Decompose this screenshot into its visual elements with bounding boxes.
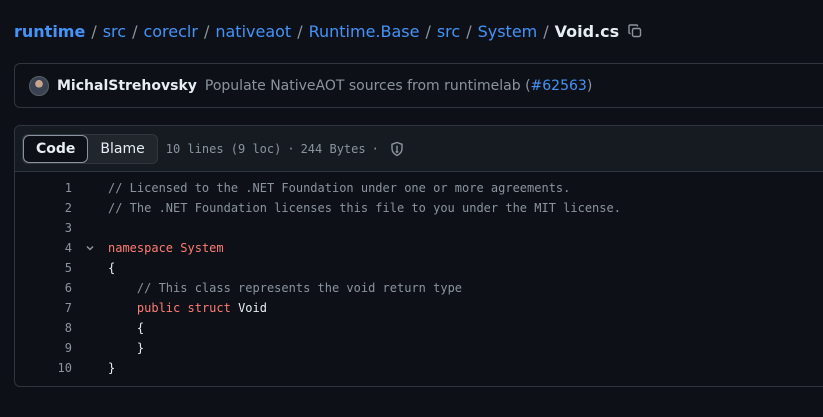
breadcrumb-item-nativeaot[interactable]: nativeaot xyxy=(215,22,291,41)
code-line: 6 // This class represents the void retu… xyxy=(15,278,823,298)
code-comment: // The .NET Foundation licenses this fil… xyxy=(108,201,621,215)
commit-message-text: Populate NativeAOT sources from runtimel… xyxy=(204,77,531,94)
breadcrumb-separator: / xyxy=(425,21,431,41)
commit-author[interactable]: MichalStrehovsky xyxy=(57,78,197,94)
view-mode-toggle: Code Blame xyxy=(22,133,158,164)
code-content: } xyxy=(108,341,144,355)
code-line: 8 { xyxy=(15,318,823,338)
breadcrumb-item-runtime-base[interactable]: Runtime.Base xyxy=(309,22,420,41)
file-size-info: 244 Bytes xyxy=(300,141,366,156)
breadcrumb-separator: / xyxy=(466,21,472,41)
tab-blame[interactable]: Blame xyxy=(88,135,156,163)
line-number[interactable]: 6 xyxy=(15,281,72,295)
code-line: 7 public struct Void xyxy=(15,298,823,318)
code-text: } xyxy=(108,341,145,355)
code-line: 2 // The .NET Foundation licenses this fi… xyxy=(15,198,823,218)
line-number[interactable]: 4 xyxy=(15,241,72,255)
chevron-down-icon[interactable] xyxy=(72,242,108,254)
meta-separator: · xyxy=(371,141,379,156)
code-keyword: System xyxy=(180,241,224,255)
code-line: 4 namespace System xyxy=(15,238,823,258)
file-header: Code Blame 10 lines (9 loc) · 244 Bytes … xyxy=(15,126,823,172)
breadcrumb-item-coreclr[interactable]: coreclr xyxy=(143,22,197,41)
code-keyword: struct xyxy=(187,301,231,315)
code-keyword: public xyxy=(136,301,181,315)
line-number[interactable]: 7 xyxy=(15,301,72,315)
line-number[interactable]: 8 xyxy=(15,321,72,335)
code-text: } xyxy=(108,361,116,375)
code-line: 9 } xyxy=(15,338,823,358)
code-line: 10} xyxy=(15,358,823,378)
copy-icon[interactable] xyxy=(627,23,643,39)
code-comment: // This class represents the void return… xyxy=(136,281,463,295)
code-content: // The .NET Foundation licenses this fil… xyxy=(108,201,621,215)
code-keyword: namespace xyxy=(108,241,174,255)
line-number[interactable]: 3 xyxy=(15,221,72,235)
code-text: { xyxy=(108,261,116,275)
breadcrumb-separator: / xyxy=(297,21,303,41)
line-number[interactable]: 10 xyxy=(15,361,72,375)
code-content: // Licensed to the .NET Foundation under… xyxy=(108,181,570,195)
tab-code[interactable]: Code xyxy=(23,134,89,163)
code-area: 1 // Licensed to the .NET Foundation unde… xyxy=(15,172,823,378)
code-line: 3 xyxy=(15,218,823,238)
current-file-name: Void.cs xyxy=(554,21,620,41)
meta-separator: · xyxy=(287,141,295,156)
breadcrumb-item-system[interactable]: System xyxy=(478,22,538,41)
breadcrumb-item-src[interactable]: src xyxy=(103,22,126,41)
breadcrumb-separator: / xyxy=(132,21,138,41)
code-content: namespace System xyxy=(108,241,224,255)
file-viewer: Code Blame 10 lines (9 loc) · 244 Bytes … xyxy=(14,125,823,387)
code-content: // This class represents the void return… xyxy=(108,281,462,295)
code-content: { xyxy=(108,261,115,275)
code-content: { xyxy=(108,321,144,335)
shield-icon[interactable] xyxy=(389,141,405,157)
line-number[interactable]: 2 xyxy=(15,201,72,215)
code-line: 5{ xyxy=(15,258,823,278)
code-content: } xyxy=(108,361,115,375)
breadcrumb-separator: / xyxy=(543,21,549,41)
line-number[interactable]: 1 xyxy=(15,181,72,195)
code-content: public struct Void xyxy=(108,301,267,315)
avatar[interactable] xyxy=(29,75,49,96)
breadcrumb-separator: / xyxy=(91,21,97,41)
latest-commit-box: MichalStrehovsky Populate NativeAOT sour… xyxy=(14,63,823,108)
breadcrumb-separator: / xyxy=(203,21,210,41)
commit-message[interactable]: Populate NativeAOT sources from runtimel… xyxy=(205,78,592,94)
file-meta: 10 lines (9 loc) · 244 Bytes · xyxy=(166,141,405,157)
breadcrumb: runtime / src / coreclr / nativeaot / Ru… xyxy=(14,18,643,44)
code-comment: // Licensed to the .NET Foundation under… xyxy=(108,181,571,195)
code-text: Void xyxy=(230,301,267,315)
commit-message-suffix: ) xyxy=(586,77,593,94)
breadcrumb-item-runtime[interactable]: runtime xyxy=(14,22,85,41)
code-line: 1 // Licensed to the .NET Foundation unde… xyxy=(15,178,823,198)
breadcrumb-item-src-2[interactable]: src xyxy=(437,22,460,41)
line-number[interactable]: 5 xyxy=(15,261,72,275)
code-text: { xyxy=(108,321,145,335)
commit-pr-link[interactable]: #62563 xyxy=(531,78,587,94)
line-number[interactable]: 9 xyxy=(15,341,72,355)
file-lines-info: 10 lines (9 loc) xyxy=(165,141,282,156)
